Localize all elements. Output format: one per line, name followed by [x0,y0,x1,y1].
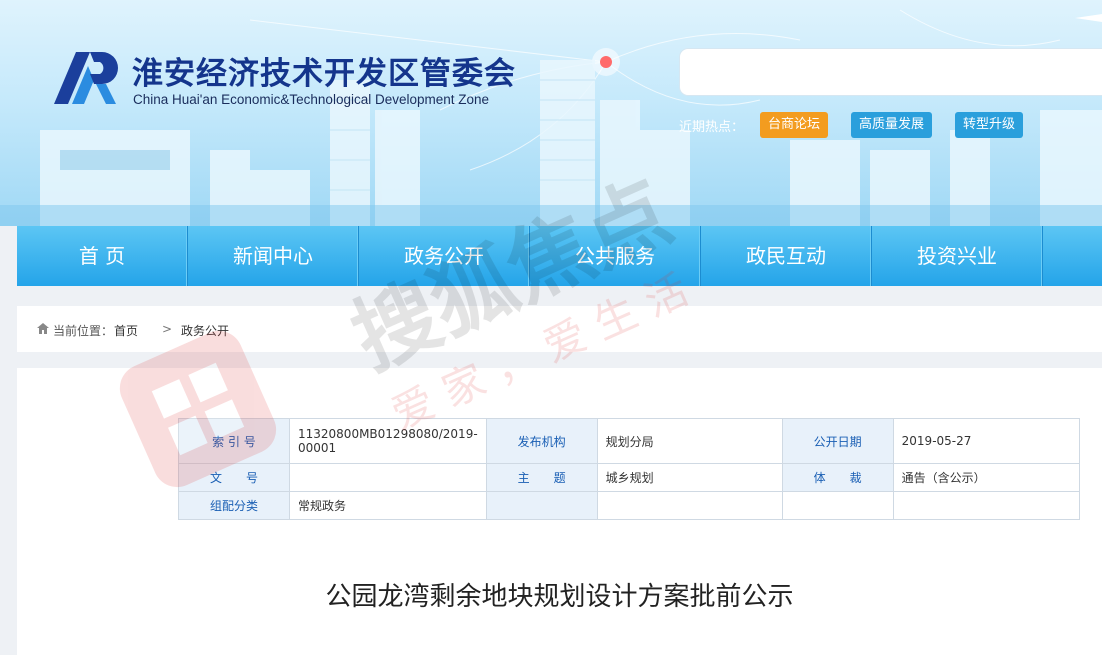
breadcrumb-prefix: 当前位置： [53,324,114,338]
genre-value: 通告（含公示） [892,463,1080,492]
document-meta-table: 索 引 号 11320800MB01298080/2019-00001 发布机构… [178,418,1080,520]
hot-topics-label: 近期热点： [679,120,745,135]
article-panel: 索 引 号 11320800MB01298080/2019-00001 发布机构… [17,368,1102,655]
city-skyline-illustration [0,9,1102,226]
docno-label: 文 号 [178,463,290,492]
nav-item-interaction[interactable]: 政民互动 [701,226,872,286]
breadcrumb: 当前位置： 首页 > 政务公开 [17,306,1102,352]
topic-value: 城乡规划 [596,463,783,492]
main-nav: 首 页 新闻中心 政务公开 公共服务 政民互动 投资兴业 企 [17,226,1102,286]
nav-item-enterprise[interactable]: 企 [1043,226,1102,286]
empty-cell [485,491,598,520]
nav-item-public-service[interactable]: 公共服务 [530,226,701,286]
hot-tag-high-quality[interactable]: 高质量发展 [851,112,933,138]
date-label: 公开日期 [781,418,894,464]
site-title-en: China Huai'an Economic&Technological Dev… [133,92,490,107]
nav-item-news[interactable]: 新闻中心 [188,226,359,286]
class-label: 组配分类 [178,491,290,520]
index-label: 索 引 号 [178,418,290,464]
home-icon [37,323,49,334]
table-row: 组配分类 常规政务 [178,491,1080,520]
table-row: 索 引 号 11320800MB01298080/2019-00001 发布机构… [178,418,1080,464]
empty-cell [596,491,783,520]
breadcrumb-home-link[interactable]: 首页 [114,322,138,339]
empty-cell [781,491,894,520]
breadcrumb-current-link[interactable]: 政务公开 [181,322,229,339]
class-value: 常规政务 [289,491,487,520]
site-banner: 淮安经济技术开发区管委会 China Huai'an Economic&Tech… [0,0,1102,226]
nav-item-gov-affairs[interactable]: 政务公开 [359,226,530,286]
genre-label: 体 裁 [781,463,894,492]
nav-item-home[interactable]: 首 页 [17,226,188,286]
document-title: 公园龙湾剩余地块规划设计方案批前公示 [325,582,794,612]
hot-tag-transformation[interactable]: 转型升级 [955,112,1024,138]
org-label: 发布机构 [485,418,598,464]
site-title-cn: 淮安经济技术开发区管委会 [132,56,516,92]
index-value: 11320800MB01298080/2019-00001 [289,418,487,464]
search-input[interactable] [679,48,1102,96]
date-value: 2019-05-27 [892,418,1080,464]
hot-tag-taishang-forum[interactable]: 台商论坛 [760,112,829,138]
docno-value [289,463,487,492]
breadcrumb-separator: > [162,322,173,336]
zone-logo-icon [54,52,118,104]
org-value: 规划分局 [596,418,783,464]
table-row: 文 号 主 题 城乡规划 体 裁 通告（含公示） [178,463,1080,492]
topic-label: 主 题 [485,463,598,492]
empty-cell [892,491,1080,520]
nav-item-investment[interactable]: 投资兴业 [872,226,1043,286]
